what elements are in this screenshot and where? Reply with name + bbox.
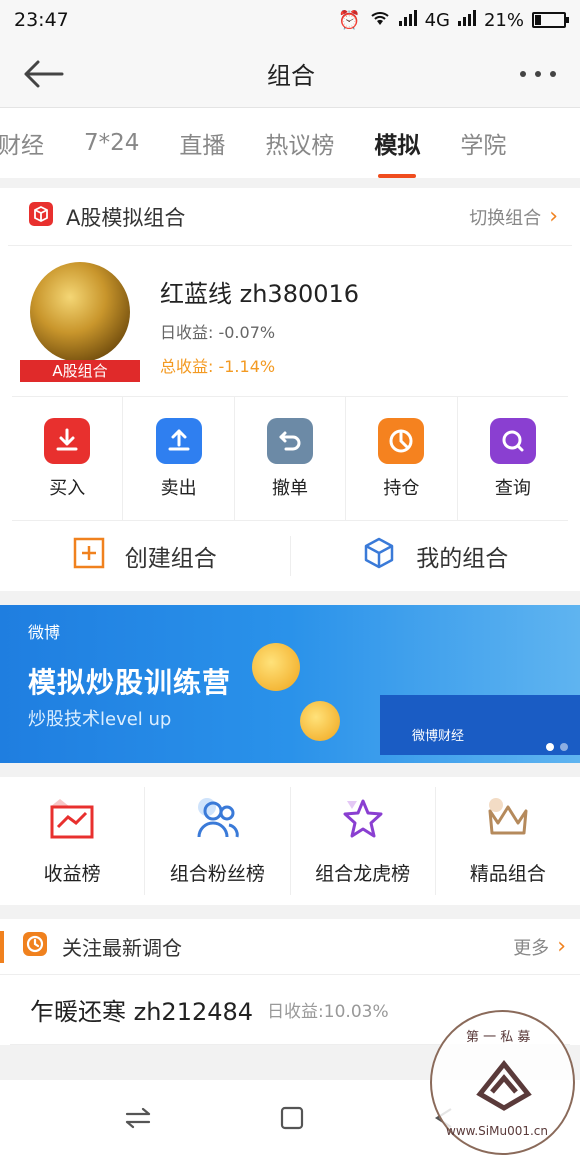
portfolio-name: 红蓝线 zh380016: [160, 280, 360, 308]
coin-image-2: [300, 701, 340, 741]
signal-icon: [398, 9, 417, 31]
banner-subtitle: 炒股技术level up: [28, 709, 172, 730]
my-portfolio-button[interactable]: 我的组合: [289, 536, 580, 576]
status-time: 23:47: [14, 9, 69, 31]
star-icon: [337, 797, 389, 845]
tab-live[interactable]: 直播: [159, 126, 245, 160]
featured-portfolio-button[interactable]: 精品组合: [436, 787, 580, 895]
fans-ranking-button[interactable]: 组合粉丝榜: [145, 787, 291, 895]
users-icon: [191, 797, 243, 845]
carousel-dot: [546, 743, 554, 751]
switch-portfolio-label: 切换组合: [469, 207, 542, 229]
chevron-right-icon: ›: [549, 204, 558, 229]
cancel-order-label: 撤单: [272, 477, 309, 499]
more-link[interactable]: 更多 ›: [513, 934, 566, 960]
create-portfolio-button[interactable]: 创建组合: [0, 537, 290, 575]
my-portfolio-label: 我的组合: [416, 546, 509, 572]
watermark-top-text: 第 一 私 募: [466, 1030, 531, 1045]
banner-title: 模拟炒股训练营: [28, 666, 232, 699]
chevron-right-icon: ›: [557, 934, 566, 959]
switch-apps-icon[interactable]: [123, 1106, 153, 1134]
status-bar: 23:47 ⏰ 4G 21%: [0, 0, 580, 40]
daily-return: 日收益: -0.07%: [160, 323, 276, 342]
query-button[interactable]: 查询: [458, 397, 568, 520]
holdings-button[interactable]: 持仓: [346, 397, 458, 520]
fans-ranking-label: 组合粉丝榜: [169, 862, 265, 885]
watermark-seal: 第 一 私 募 www.SiMu001.cn: [430, 1010, 575, 1155]
returns-ranking-label: 收益榜: [43, 862, 101, 885]
tab-hot[interactable]: 热议榜: [245, 126, 354, 160]
undo-icon: [267, 417, 314, 464]
sim-card-title: A股模拟组合: [66, 205, 186, 230]
tab-simulation[interactable]: 模拟: [354, 126, 440, 160]
buy-label: 买入: [49, 477, 86, 499]
cube-outline-icon: [362, 536, 396, 576]
ranking-grid: 收益榜 组合粉丝榜 组合龙虎榜 精品组合: [0, 777, 580, 905]
follow-header: 关注最新调仓 更多 ›: [0, 919, 580, 975]
portfolio-badge: A股组合: [20, 360, 140, 382]
battery-percent: 21%: [483, 9, 524, 31]
pie-icon: [378, 417, 425, 464]
cube-icon: [28, 201, 54, 232]
sim-card-header: A股模拟组合 切换组合 ›: [8, 188, 572, 246]
alarm-icon: ⏰: [338, 9, 361, 31]
trend-chart-icon: [46, 797, 98, 845]
sell-label: 卖出: [160, 477, 197, 499]
returns-ranking-button[interactable]: 收益榜: [0, 787, 146, 895]
cancel-order-button[interactable]: 撤单: [235, 397, 347, 520]
nav-bar: 组合: [0, 40, 580, 108]
query-label: 查询: [494, 477, 531, 499]
carousel-dot: [560, 743, 568, 751]
weibo-logo: 微博: [28, 623, 61, 642]
coin-image: [252, 643, 300, 691]
sell-button[interactable]: 卖出: [123, 397, 235, 520]
battery-icon: [532, 12, 569, 28]
follow-title: 关注最新调仓: [62, 936, 182, 960]
followed-daily-return: 日收益:10.03%: [267, 1002, 389, 1022]
upload-icon: [155, 417, 202, 464]
network-type: 4G: [424, 9, 450, 31]
more-icon[interactable]: [518, 69, 558, 79]
page-title: 组合: [267, 62, 315, 90]
carousel-indicator: [546, 743, 568, 751]
signal-icon-2: [457, 9, 476, 31]
status-indicators: ⏰ 4G 21%: [338, 9, 569, 31]
total-return: 总收益: -1.14%: [160, 357, 276, 376]
featured-portfolio-label: 精品组合: [469, 862, 546, 885]
switch-portfolio-link[interactable]: 切换组合 ›: [469, 204, 558, 230]
download-icon: [44, 417, 91, 464]
tab-bar: 财经 7*24 直播 热议榜 模拟 学院: [0, 108, 580, 178]
home-icon[interactable]: [279, 1105, 305, 1135]
followed-portfolio-name: 乍暖还寒 zh212484: [30, 998, 254, 1026]
tab-724[interactable]: 7*24: [64, 130, 159, 156]
avatar: [30, 262, 130, 362]
create-portfolio-label: 创建组合: [124, 546, 217, 572]
tab-finance[interactable]: 财经: [0, 126, 64, 160]
tab-academy[interactable]: 学院: [440, 126, 526, 160]
top-ranking-label: 组合龙虎榜: [315, 862, 411, 885]
sim-portfolio-card: A股模拟组合 切换组合 › A股组合 红蓝线 zh380016 日收益: -0.…: [0, 188, 580, 591]
holdings-label: 持仓: [383, 477, 420, 499]
portfolio-actions-row: 创建组合 我的组合: [0, 521, 580, 591]
top-ranking-button[interactable]: 组合龙虎榜: [291, 787, 436, 895]
search-icon: [489, 417, 536, 464]
banner-caption: 微博财经: [412, 729, 465, 744]
back-arrow-icon[interactable]: [22, 59, 64, 89]
promo-banner[interactable]: 微博 模拟炒股训练营 炒股技术level up 微博财经: [0, 605, 580, 763]
more-label: 更多: [513, 937, 550, 959]
wifi-icon: [369, 10, 391, 31]
clock-icon: [22, 931, 48, 962]
crown-icon: [482, 797, 534, 845]
action-grid: 买入 卖出 撤单 持仓 查询: [12, 396, 568, 521]
watermark-logo-icon: [476, 1059, 532, 1111]
add-box-icon: [73, 537, 105, 575]
portfolio-summary[interactable]: A股组合 红蓝线 zh380016 日收益: -0.07% 总收益: -1.14…: [0, 246, 580, 396]
watermark-url: www.SiMu001.cn: [446, 1124, 548, 1138]
buy-button[interactable]: 买入: [12, 397, 124, 520]
